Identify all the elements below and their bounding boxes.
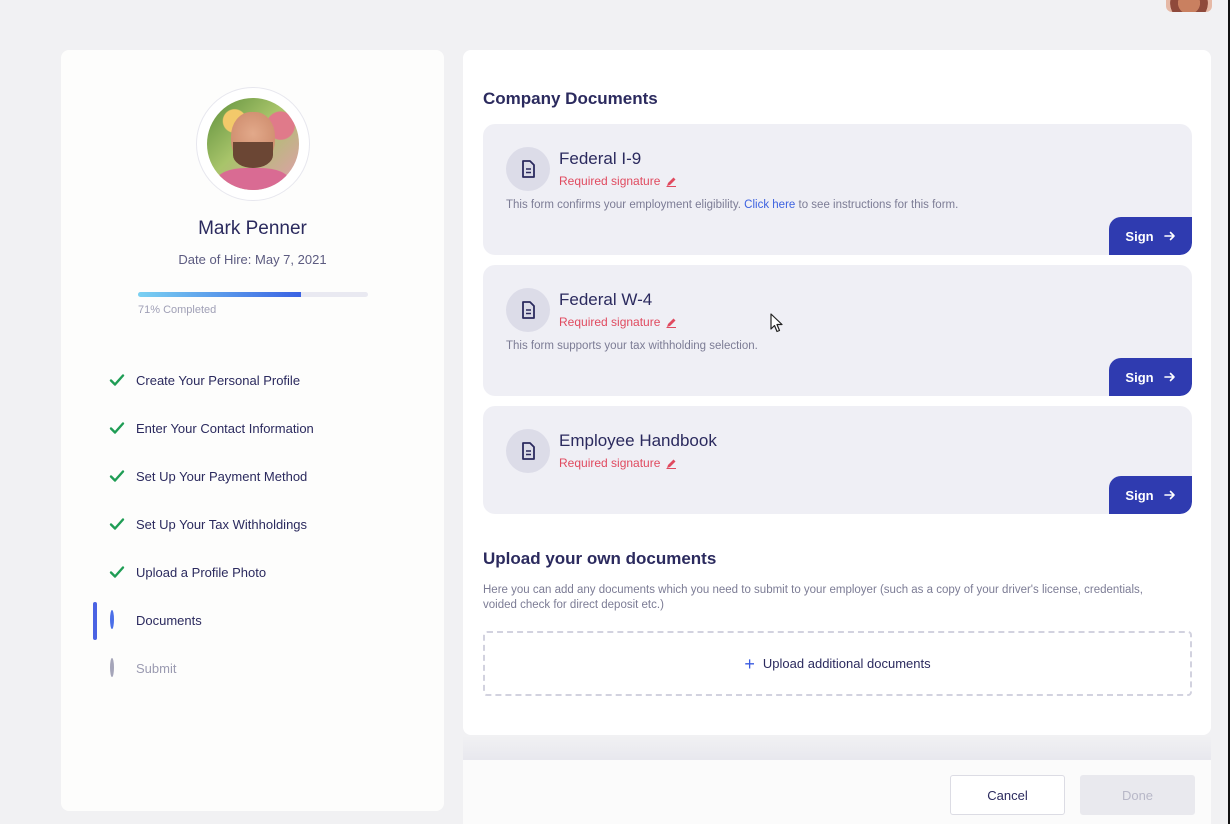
required-signature-badge: Required signature (559, 315, 677, 329)
documents-panel: Company Documents Federal I-9 Required s… (463, 50, 1211, 735)
sign-label: Sign (1125, 228, 1154, 244)
step-label: Enter Your Contact Information (136, 420, 314, 436)
profile-name: Mark Penner (198, 218, 307, 239)
cursor-icon (770, 313, 783, 333)
required-signature-label: Required signature (559, 456, 661, 470)
required-signature-badge: Required signature (559, 456, 677, 470)
document-description: This form supports your tax withholding … (506, 340, 758, 352)
step-label: Submit (136, 660, 177, 676)
step-label: Set Up Your Payment Method (136, 468, 308, 484)
check-icon (109, 518, 125, 530)
sign-handbook-button[interactable]: Sign (1109, 476, 1192, 514)
step-payment-method[interactable]: Set Up Your Payment Method (61, 452, 444, 500)
arrow-right-icon (1163, 372, 1175, 382)
document-description: This form confirms your employment eligi… (506, 199, 958, 211)
required-signature-label: Required signature (559, 315, 661, 329)
plus-icon: + (744, 653, 755, 674)
document-card-w4: Federal W-4 Required signature This form… (483, 265, 1192, 396)
check-icon (109, 422, 125, 434)
check-icon (109, 566, 125, 578)
step-submit[interactable]: Submit (61, 644, 444, 692)
description-text-end: to see instructions for this form. (798, 199, 959, 211)
required-signature-badge: Required signature (559, 174, 677, 188)
current-step-ring-icon (109, 610, 125, 629)
progress-bar-fill (138, 292, 302, 297)
pending-step-ring-icon (109, 658, 125, 677)
step-tax-withholdings[interactable]: Set Up Your Tax Withholdings (61, 500, 444, 548)
step-profile-photo[interactable]: Upload a Profile Photo (61, 548, 444, 596)
pencil-icon (666, 318, 677, 328)
sign-label: Sign (1125, 369, 1154, 385)
document-card-handbook: Employee Handbook Required signature Sig… (483, 406, 1192, 514)
check-icon (109, 374, 125, 386)
document-card-i9: Federal I-9 Required signature This form… (483, 124, 1192, 255)
panel-divider (463, 736, 1211, 760)
step-documents[interactable]: Documents (61, 596, 444, 644)
arrow-right-icon (1163, 231, 1175, 241)
step-label: Documents (136, 612, 202, 628)
upload-documents-title: Upload your own documents (483, 549, 717, 568)
document-icon (506, 147, 550, 191)
onboarding-sidebar: Mark Penner Date of Hire: May 7, 2021 71… (61, 50, 444, 811)
required-signature-label: Required signature (559, 174, 661, 188)
document-icon (506, 429, 550, 473)
sign-w4-button[interactable]: Sign (1109, 358, 1192, 396)
step-label: Set Up Your Tax Withholdings (136, 516, 308, 532)
progress-bar (138, 292, 368, 297)
arrow-right-icon (1163, 490, 1175, 500)
document-title: Federal I-9 (559, 149, 642, 168)
progress-label: 71% Completed (138, 304, 217, 316)
instructions-link[interactable]: Click here (744, 199, 795, 211)
action-footer: Cancel Done (463, 760, 1211, 824)
upload-description: Here you can add any documents which you… (483, 584, 1143, 611)
upload-additional-documents-button[interactable]: + Upload additional documents (483, 631, 1192, 696)
company-documents-title: Company Documents (483, 89, 658, 108)
profile-avatar (207, 98, 299, 190)
step-label: Create Your Personal Profile (136, 372, 301, 388)
document-icon (506, 288, 550, 332)
sign-label: Sign (1125, 487, 1154, 503)
done-button[interactable]: Done (1080, 775, 1195, 815)
sign-i9-button[interactable]: Sign (1109, 217, 1192, 255)
document-title: Employee Handbook (559, 431, 717, 450)
description-text: This form confirms your employment eligi… (506, 199, 741, 211)
step-create-profile[interactable]: Create Your Personal Profile (61, 356, 444, 404)
step-contact-information[interactable]: Enter Your Contact Information (61, 404, 444, 452)
upload-button-label: Upload additional documents (762, 656, 931, 671)
pencil-icon (666, 459, 677, 469)
step-label: Upload a Profile Photo (136, 564, 267, 580)
onboarding-steps: Create Your Personal Profile Enter Your … (61, 356, 444, 692)
pencil-icon (666, 177, 677, 187)
check-icon (109, 470, 125, 482)
description-text: This form supports your tax withholding … (506, 340, 758, 352)
hire-date: Date of Hire: May 7, 2021 (178, 252, 327, 267)
profile-avatar-frame (196, 87, 310, 201)
cancel-button[interactable]: Cancel (950, 775, 1065, 815)
header-user-avatar[interactable] (1166, 0, 1212, 12)
document-title: Federal W-4 (559, 290, 653, 309)
